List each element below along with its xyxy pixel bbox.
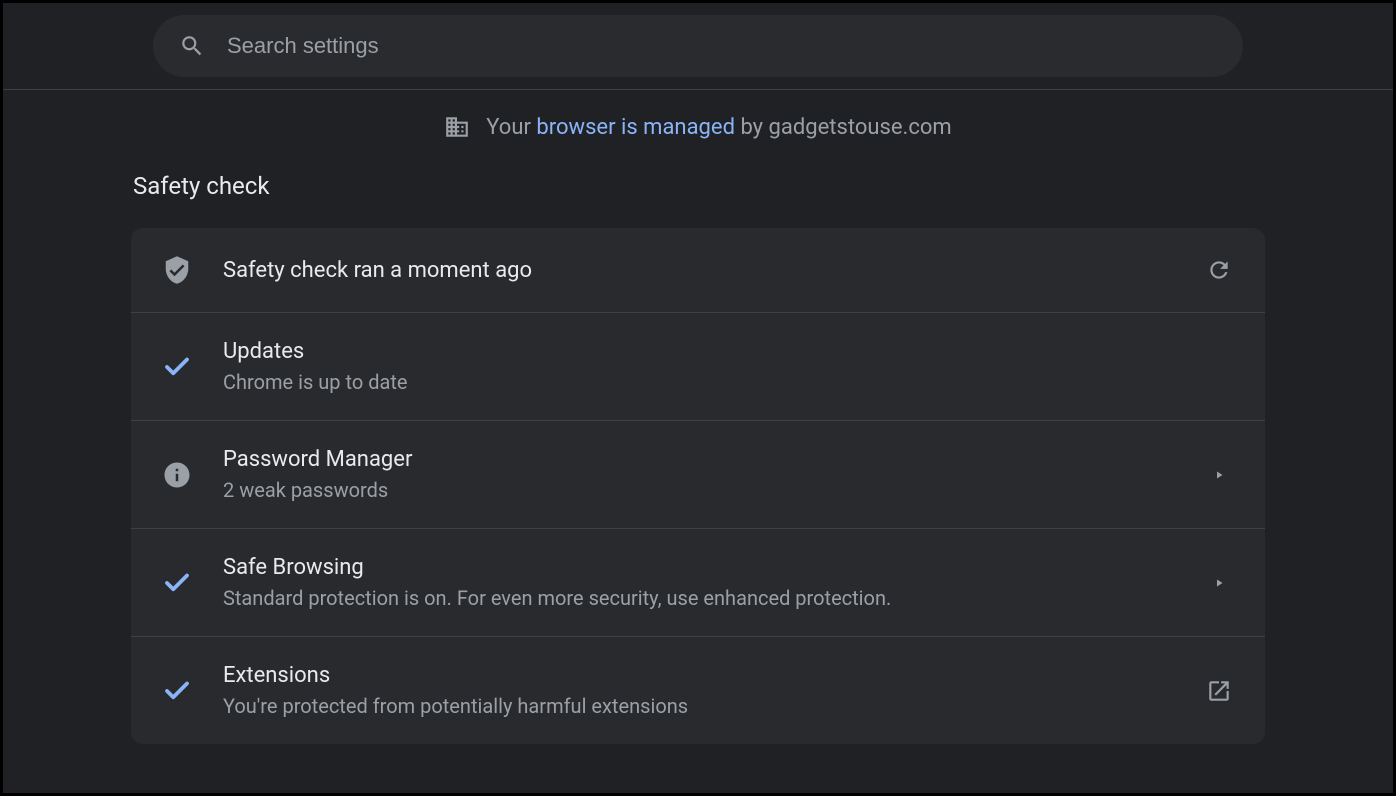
managed-text: Your browser is managed by gadgetstouse.… (486, 115, 951, 140)
row-passwords-sub: 2 weak passwords (223, 478, 1173, 502)
info-icon (161, 459, 193, 491)
row-passwords-text: Password Manager 2 weak passwords (223, 447, 1173, 502)
row-extensions[interactable]: Extensions You're protected from potenti… (131, 637, 1265, 744)
row-passwords-title: Password Manager (223, 447, 1173, 472)
row-header: Safety check ran a moment ago (131, 228, 1265, 313)
row-header-text: Safety check ran a moment ago (223, 258, 1173, 283)
row-extensions-title: Extensions (223, 663, 1173, 688)
row-updates: Updates Chrome is up to date (131, 313, 1265, 421)
open-external-icon[interactable] (1203, 675, 1235, 707)
section-title: Safety check (131, 172, 1265, 200)
managed-prefix: Your (486, 115, 536, 140)
domain-icon (444, 114, 470, 140)
search-input[interactable] (227, 33, 1217, 59)
row-safebrowsing[interactable]: Safe Browsing Standard protection is on.… (131, 529, 1265, 637)
managed-banner: Your browser is managed by gadgetstouse.… (3, 90, 1393, 148)
search-bar-region (3, 3, 1393, 90)
check-icon (161, 675, 193, 707)
chevron-right-icon[interactable] (1203, 567, 1235, 599)
row-safebrowsing-sub: Standard protection is on. For even more… (223, 586, 1173, 610)
shield-check-icon (161, 254, 193, 286)
search-icon (179, 33, 205, 59)
safety-check-card: Safety check ran a moment ago Updates Ch… (131, 228, 1265, 744)
row-safebrowsing-text: Safe Browsing Standard protection is on.… (223, 555, 1173, 610)
chevron-right-icon[interactable] (1203, 459, 1235, 491)
row-extensions-sub: You're protected from potentially harmfu… (223, 694, 1173, 718)
row-updates-text: Updates Chrome is up to date (223, 339, 1235, 394)
check-icon (161, 351, 193, 383)
row-header-title: Safety check ran a moment ago (223, 258, 1173, 283)
managed-suffix: by gadgetstouse.com (735, 115, 952, 140)
row-updates-title: Updates (223, 339, 1235, 364)
search-bar[interactable] (153, 15, 1243, 77)
row-safebrowsing-title: Safe Browsing (223, 555, 1173, 580)
refresh-button[interactable] (1203, 254, 1235, 286)
row-passwords[interactable]: Password Manager 2 weak passwords (131, 421, 1265, 529)
managed-link[interactable]: browser is managed (536, 115, 735, 140)
content: Safety check Safety check ran a moment a… (131, 148, 1265, 744)
row-extensions-text: Extensions You're protected from potenti… (223, 663, 1173, 718)
check-icon (161, 567, 193, 599)
row-updates-sub: Chrome is up to date (223, 370, 1235, 394)
